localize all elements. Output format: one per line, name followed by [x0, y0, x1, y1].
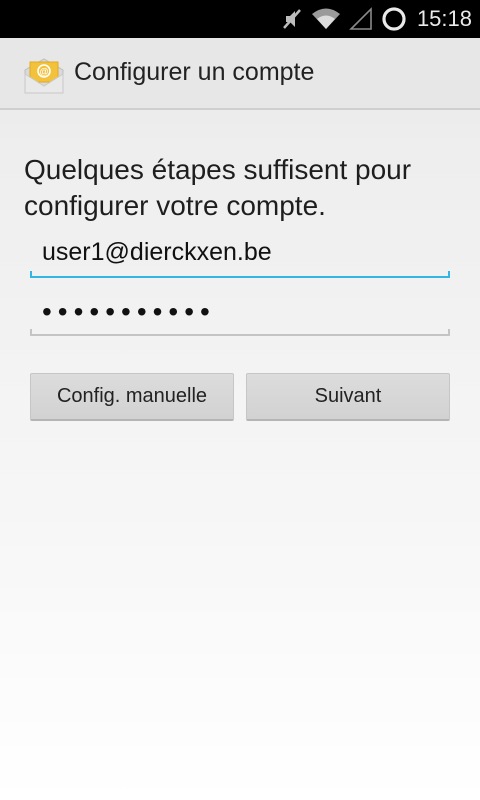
battery-icon: [381, 6, 407, 32]
email-field-underline: [30, 276, 450, 278]
action-bar: @ Configurer un compte: [0, 38, 480, 110]
wifi-icon: [311, 7, 341, 31]
action-bar-title: Configurer un compte: [74, 58, 315, 86]
email-field[interactable]: user1@dierckxen.be: [30, 238, 450, 278]
email-app-icon[interactable]: @: [22, 56, 66, 96]
mute-icon: [281, 7, 303, 31]
password-field-tick-right: [448, 329, 450, 336]
password-field[interactable]: •••••••••••: [30, 296, 450, 336]
email-field-tick-left: [30, 271, 32, 278]
status-bar: 15:18: [0, 0, 480, 38]
svg-text:@: @: [40, 67, 49, 77]
status-time: 15:18: [416, 6, 472, 31]
setup-instructions: Quelques étapes suffisent pour configure…: [24, 154, 412, 221]
signal-icon: [349, 7, 373, 31]
password-field-underline: [30, 334, 450, 336]
next-button[interactable]: Suivant: [246, 373, 450, 421]
status-icons: 15:18: [281, 0, 472, 38]
manual-setup-button[interactable]: Config. manuelle: [30, 373, 234, 421]
password-field-value[interactable]: •••••••••••: [42, 296, 216, 328]
email-field-tick-right: [448, 271, 450, 278]
password-field-tick-left: [30, 329, 32, 336]
email-field-value[interactable]: user1@dierckxen.be: [42, 238, 272, 267]
